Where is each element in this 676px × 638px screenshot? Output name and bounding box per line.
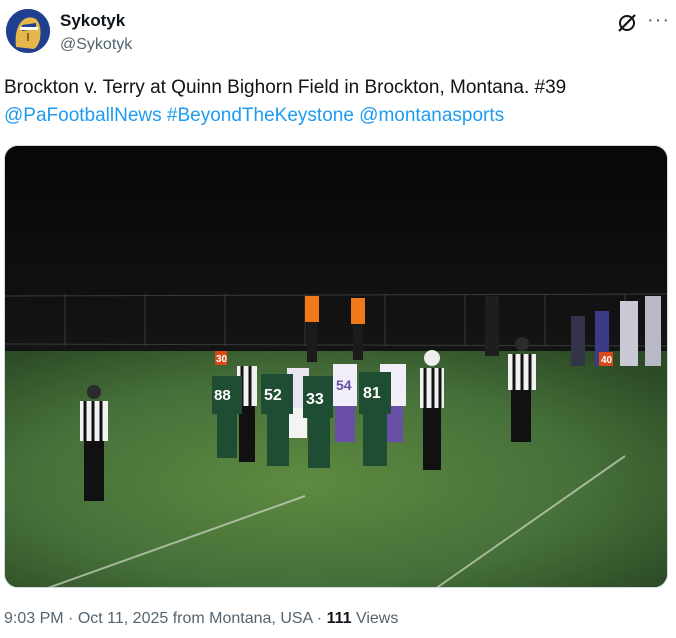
field-marker-40: 40 xyxy=(601,355,613,366)
jersey-52: 52 xyxy=(264,387,282,404)
grok-icon[interactable] xyxy=(616,12,638,34)
jersey-54: 54 xyxy=(336,377,352,393)
mention-montanasports[interactable]: @montanasports xyxy=(359,105,504,126)
views-label: Views xyxy=(355,610,399,627)
tweet-time[interactable]: 9:03 PM xyxy=(4,610,64,627)
media-image[interactable]: 30 40 54 88 52 33 81 xyxy=(4,145,668,588)
views-count: 111 xyxy=(326,610,352,627)
referee-left xyxy=(80,385,108,501)
tweet-location: from Montana, USA xyxy=(172,610,313,627)
author-name[interactable]: Sykotyk xyxy=(60,11,125,31)
field-marker-30: 30 xyxy=(216,354,228,365)
jersey-88: 88 xyxy=(214,387,231,404)
avatar[interactable] xyxy=(6,9,50,53)
author-handle[interactable]: @Sykotyk xyxy=(60,36,132,54)
tweet-text: Brockton v. Terry at Quinn Bighorn Field… xyxy=(4,77,567,98)
tweet-meta: 9:03 PM · Oct 11, 2025 from Montana, USA… xyxy=(4,610,398,628)
meta-separator: · xyxy=(316,610,323,627)
meta-separator: · xyxy=(68,610,74,627)
jersey-33: 33 xyxy=(306,391,324,408)
tweet-tags: @PaFootballNews #BeyondTheKeystone @mont… xyxy=(4,105,504,127)
hashtag-beyondthekeystone[interactable]: #BeyondTheKeystone xyxy=(167,105,354,126)
football-field-photo: 30 40 54 88 52 33 81 xyxy=(5,146,667,587)
referee-center xyxy=(420,350,444,470)
mention-pafootballnews[interactable]: @PaFootballNews xyxy=(4,105,162,126)
tweet-date[interactable]: Oct 11, 2025 xyxy=(78,610,168,627)
jersey-81: 81 xyxy=(363,385,381,402)
more-icon[interactable]: ··· xyxy=(647,9,670,32)
